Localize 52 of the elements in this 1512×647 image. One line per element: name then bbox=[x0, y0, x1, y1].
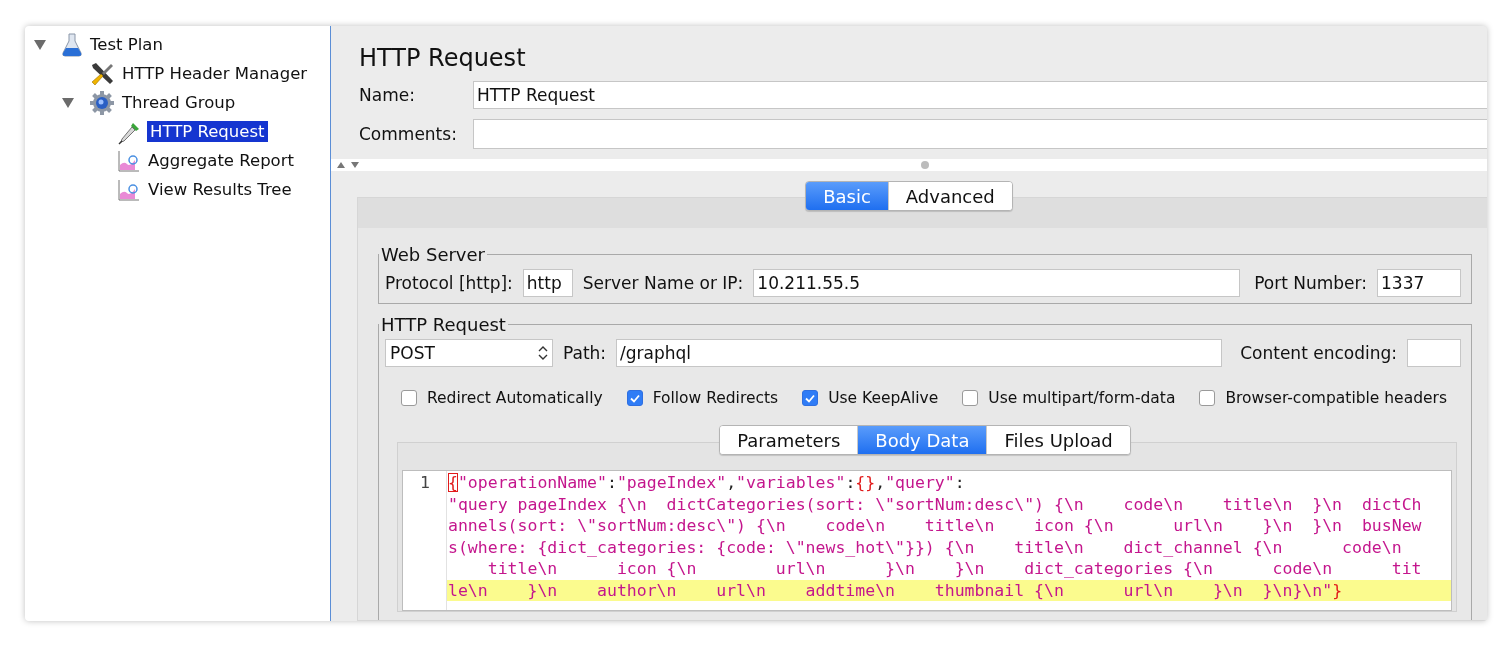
checkbox[interactable] bbox=[802, 390, 819, 406]
panel-title: HTTP Request bbox=[358, 43, 527, 74]
checkmark-icon bbox=[805, 393, 816, 403]
field-label: Comments: bbox=[359, 124, 458, 144]
checkmark-icon bbox=[629, 393, 640, 403]
checkbox-label: Use KeepAlive bbox=[828, 389, 939, 407]
encoding-field[interactable] bbox=[1407, 339, 1461, 367]
section-title: Web Server bbox=[380, 244, 486, 265]
name-field[interactable]: HTTP Request bbox=[473, 81, 1487, 109]
comments-field[interactable] bbox=[473, 119, 1487, 149]
flask-icon bbox=[61, 32, 83, 57]
checkbox[interactable] bbox=[1199, 390, 1216, 406]
port-field[interactable]: 1337 bbox=[1377, 269, 1461, 297]
tab[interactable]: Advanced bbox=[887, 182, 1012, 210]
checkbox[interactable] bbox=[626, 390, 643, 406]
updown-arrows-icon bbox=[538, 345, 548, 361]
chart-icon bbox=[117, 148, 141, 173]
field-label: Name: bbox=[359, 85, 416, 105]
path-field[interactable]: /graphql bbox=[616, 339, 1223, 367]
checkbox[interactable] bbox=[962, 390, 979, 406]
chart-icon bbox=[117, 177, 141, 202]
tree-item[interactable]: Thread Group bbox=[119, 92, 239, 113]
tools-icon bbox=[89, 60, 115, 87]
tree-item[interactable]: Test Plan bbox=[87, 34, 166, 55]
tab[interactable]: Basic bbox=[806, 182, 888, 210]
field-label: Port Number: bbox=[1254, 273, 1367, 293]
checkbox-label: Redirect Automatically bbox=[427, 389, 603, 407]
field-label: Server Name or IP: bbox=[582, 273, 744, 293]
checkbox-label: Use multipart/form-data bbox=[988, 389, 1176, 407]
section-title: HTTP Request bbox=[380, 314, 507, 335]
tree-item[interactable]: HTTP Request bbox=[147, 121, 268, 142]
body-data-editor[interactable]: {"operationName":"pageIndex","variables":{},"query": "query pageIndex {\n dictCategories(sort: \"sortNum:desc\") {\n code\n title\n }\n dictCh annels(sort: \"sortNum:desc\") {\n code\n title\n icon {\n url\n }\n }\n busNew s(where: {dict_categories: {code: \"news_hot\"}}) {\n title\n dict_channel {\n code\n title\n icon {\n url\n }\n }\n dict_categories {\n code\n tit le\n }\n author\n url\n addtime\n thumbnail {\n url\n }\n }\n}\n"} bbox=[447, 471, 1451, 610]
server-field[interactable]: 10.211.55.5 bbox=[753, 269, 1241, 297]
checkbox-label: Follow Redirects bbox=[652, 389, 779, 407]
tree-item[interactable]: Aggregate Report bbox=[145, 150, 297, 171]
field-label: Path: bbox=[563, 343, 607, 363]
line-number: 1 bbox=[419, 472, 431, 494]
protocol-field[interactable]: http bbox=[522, 269, 573, 297]
tab[interactable]: Files Upload bbox=[986, 426, 1130, 454]
field-label: Protocol [http]: bbox=[385, 273, 513, 293]
checkbox[interactable] bbox=[401, 390, 417, 406]
tab[interactable]: Body Data bbox=[857, 426, 987, 454]
tab[interactable]: Parameters bbox=[720, 426, 858, 454]
gear-icon bbox=[89, 89, 115, 116]
checkbox-label: Browser-compatible headers bbox=[1225, 389, 1447, 407]
method-dropdown[interactable]: POST bbox=[385, 339, 553, 367]
tree-item[interactable]: HTTP Header Manager bbox=[119, 63, 311, 84]
tree-item[interactable]: View Results Tree bbox=[145, 179, 295, 200]
splitter-handle[interactable] bbox=[921, 161, 929, 169]
collapse-arrow-icon[interactable] bbox=[62, 97, 74, 108]
collapse-arrow-icon[interactable] bbox=[34, 39, 46, 50]
field-label: Content encoding: bbox=[1240, 343, 1397, 363]
